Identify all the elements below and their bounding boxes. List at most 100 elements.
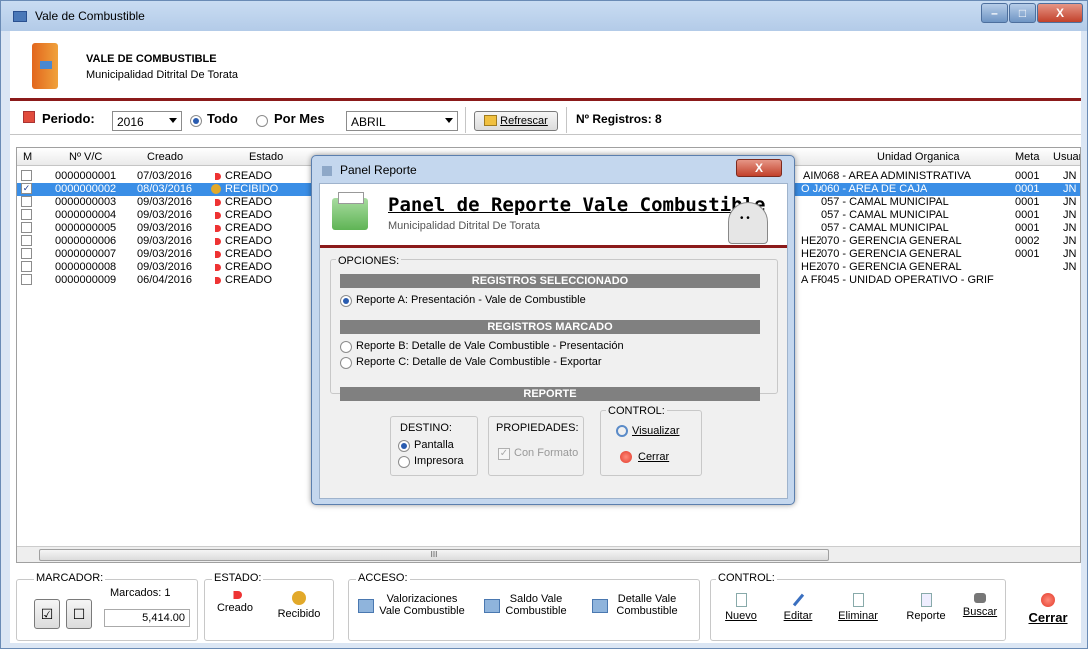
col-usuario[interactable]: Usuar [1053,151,1080,163]
periodo-select[interactable]: 2016 [112,111,182,131]
recibido-button[interactable]: Recibido [274,591,324,620]
cell-nvc: 0000000005 [55,222,117,234]
cell-fecha: 09/03/2016 [137,248,193,260]
reporte-label: Reporte [906,610,946,622]
check-all-button[interactable]: ☑ [34,599,60,629]
opt-c-radio[interactable] [340,357,352,369]
maximize-button[interactable]: □ [1009,3,1036,23]
row-checkbox[interactable] [21,248,32,259]
pantalla-label: Pantalla [414,439,454,451]
bar-seleccionado: REGISTROS SELECCIONADO [340,274,760,288]
minimize-button[interactable]: – [981,3,1008,23]
nuevo-button[interactable]: Nuevo [718,593,764,622]
pill-icon [211,277,221,284]
dialog-header: Panel de Reporte Vale Combustible Munici… [320,184,787,248]
col-m[interactable]: M [23,151,32,163]
report-icon [920,593,932,607]
periodo-label: Periodo: [42,111,95,126]
row-checkbox[interactable] [21,170,32,181]
buscar-button[interactable]: Buscar [960,593,1000,618]
cerrar-button[interactable]: Cerrar [1020,593,1076,625]
cell-estado: CREADO [225,274,273,286]
calendar-icon [23,111,35,123]
cell-frag: A FR [801,274,821,286]
pill-icon [211,199,221,206]
cell-meta: 0002 [1015,235,1040,247]
cell-unidad: 068 - AREA ADMINISTRATIVA [821,170,971,182]
cell-unidad: 057 - CAMAL MUNICIPAL [821,196,949,208]
col-estado[interactable]: Estado [249,151,283,163]
valorizaciones-button[interactable]: Valorizaciones Vale Combustible [356,593,470,617]
pantalla-radio[interactable] [398,440,410,452]
scroll-thumb[interactable]: III [39,549,829,561]
detalle-button[interactable]: Detalle Vale Combustible [590,593,690,617]
row-checkbox[interactable] [21,261,32,272]
registros-count: Nº Registros: 8 [576,112,662,126]
opt-b-radio[interactable] [340,341,352,353]
cell-nvc: 0000000007 [55,248,117,260]
cell-estado: CREADO [225,261,273,273]
mes-select[interactable]: ABRIL [346,111,458,131]
row-checkbox[interactable] [21,222,32,233]
new-document-icon [735,593,747,607]
nuevo-label: Nuevo [725,610,757,622]
binoculars-icon [974,593,986,603]
row-checkbox[interactable] [21,274,32,285]
horizontal-scrollbar[interactable]: III [17,546,1080,562]
uncheck-all-button[interactable]: ☐ [66,599,92,629]
creado-button[interactable]: Creado [212,591,258,614]
filter-toolbar: Periodo: 2016 Todo Por Mes ABRIL Refresc… [10,105,1081,135]
pormes-radio[interactable] [256,115,268,127]
editar-button[interactable]: Editar [778,593,818,622]
visualizar-label: Visualizar [632,425,680,437]
red-circle-icon [1041,593,1055,607]
cell-unidad: 057 - CAMAL MUNICIPAL [821,209,949,221]
report-icon [322,166,332,176]
dialog-cerrar-label: Cerrar [638,451,670,463]
col-creado[interactable]: Creado [147,151,183,163]
dialog-cerrar-button[interactable]: Cerrar [620,451,669,463]
opt-a-radio[interactable] [340,295,352,307]
cell-meta: 0001 [1015,248,1040,260]
con-formato-checkbox[interactable]: ✓ [498,448,510,460]
cell-fecha: 08/03/2016 [137,183,193,195]
row-checkbox[interactable] [21,196,32,207]
eliminar-button[interactable]: Eliminar [834,593,882,622]
row-checkbox[interactable] [21,235,32,246]
row-checkbox[interactable]: ✓ [21,183,32,194]
col-nvc[interactable]: Nº V/C [69,151,102,163]
fuel-book-icon [32,43,58,89]
opciones-label: OPCIONES: [336,255,402,267]
cell-nvc: 0000000009 [55,274,117,286]
footer-panel: MARCADOR: Marcados: 1 ☑ ☐ 5,414.00 ESTAD… [16,571,1081,643]
dialog-close-button[interactable]: X [736,159,782,177]
cell-fecha: 09/03/2016 [137,209,193,221]
impresora-radio[interactable] [398,456,410,468]
close-button[interactable]: X [1037,3,1083,23]
cell-meta: 0001 [1015,196,1040,208]
cell-frag: HEZ [801,261,821,273]
delete-document-icon [852,593,864,607]
opt-a-label: Reporte A: Presentación - Vale de Combus… [356,294,586,306]
cell-fecha: 09/03/2016 [137,261,193,273]
refrescar-button[interactable]: Refrescar [474,111,558,131]
magnifier-icon [616,425,628,437]
col-meta[interactable]: Meta [1015,151,1039,163]
pill-icon [228,591,242,599]
reporte-button[interactable]: Reporte [902,593,950,622]
col-unidad[interactable]: Unidad Organica [877,151,960,163]
visualizar-button[interactable]: Visualizar [616,425,680,437]
cell-meta: 0001 [1015,209,1040,221]
cell-fecha: 09/03/2016 [137,222,193,234]
todo-radio[interactable] [190,115,202,127]
saldo-button[interactable]: Saldo Vale Combustible [482,593,576,617]
cell-meta: 0001 [1015,170,1040,182]
printer-icon [332,192,368,230]
main-window: Vale de Combustible – □ X VALE DE COMBUS… [0,0,1088,649]
eliminar-label: Eliminar [838,610,878,622]
marcados-count: Marcados: 1 [108,587,173,599]
cell-frag: O JA [801,183,821,195]
header-title: VALE DE COMBUSTIBLE [86,53,217,65]
pill-icon [211,264,221,271]
row-checkbox[interactable] [21,209,32,220]
